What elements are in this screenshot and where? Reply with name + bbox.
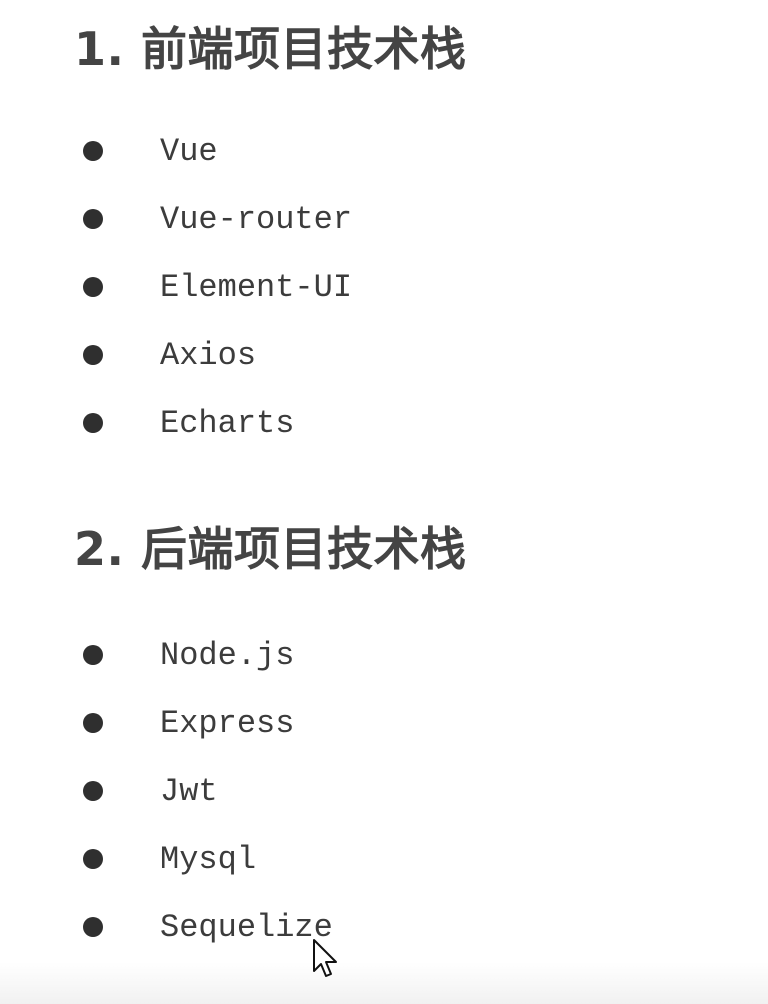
bullet-icon xyxy=(83,917,103,937)
list-item: Vue xyxy=(0,118,768,186)
bullet-icon xyxy=(83,141,103,161)
bullet-icon xyxy=(83,277,103,297)
list-item-text: Mysql xyxy=(160,841,257,878)
bullet-icon xyxy=(83,781,103,801)
list-item-text: Express xyxy=(160,705,295,742)
bullet-icon xyxy=(83,849,103,869)
mouse-cursor-icon xyxy=(313,939,337,977)
bullet-icon xyxy=(83,645,103,665)
bullet-icon xyxy=(83,413,103,433)
bottom-bar xyxy=(0,962,768,1004)
list-item-text: Vue-router xyxy=(160,201,353,238)
list-item: Echarts xyxy=(0,390,768,458)
list-item: Sequelize xyxy=(0,894,768,962)
bullet-icon xyxy=(83,345,103,365)
bullet-icon xyxy=(83,713,103,733)
list-item: Vue-router xyxy=(0,186,768,254)
list-item: Node.js xyxy=(0,622,768,690)
backend-tech-list: Node.js Express Jwt Mysql Sequelize xyxy=(0,622,768,962)
list-item-text: Vue xyxy=(160,133,218,170)
list-item-text: Echarts xyxy=(160,405,295,442)
frontend-tech-list: Vue Vue-router Element-UI Axios Echarts xyxy=(0,118,768,458)
frontend-section-title: 1. 前端项目技术栈 xyxy=(74,22,467,76)
list-item-text: Axios xyxy=(160,337,257,374)
list-item-text: Element-UI xyxy=(160,269,353,306)
list-item: Express xyxy=(0,690,768,758)
list-item: Axios xyxy=(0,322,768,390)
list-item: Jwt xyxy=(0,758,768,826)
bullet-icon xyxy=(83,209,103,229)
list-item: Mysql xyxy=(0,826,768,894)
document-page: 1. 前端项目技术栈 Vue Vue-router Element-UI Axi… xyxy=(0,0,768,1004)
list-item: Element-UI xyxy=(0,254,768,322)
backend-section-title: 2. 后端项目技术栈 xyxy=(74,522,467,576)
list-item-text: Node.js xyxy=(160,637,295,674)
list-item-text: Jwt xyxy=(160,773,218,810)
list-item-text: Sequelize xyxy=(160,909,333,946)
